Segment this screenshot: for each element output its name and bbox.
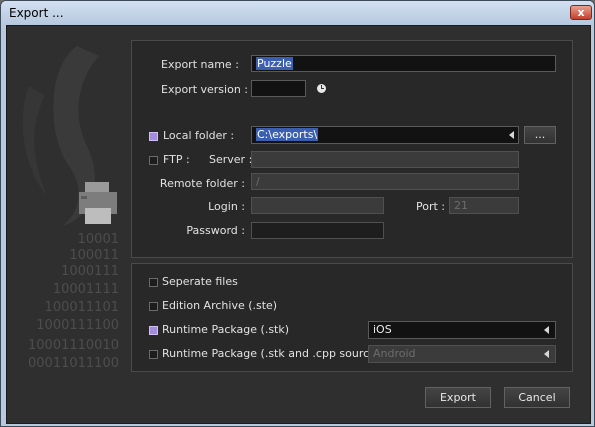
- export-version-label: Export version :: [161, 83, 248, 96]
- binary-line: 10001: [77, 232, 119, 247]
- export-name-value: Puzzle: [256, 57, 293, 70]
- port-input[interactable]: 21: [449, 197, 519, 214]
- dialog-body: 10001 100011 1000111 10001111 100011101 …: [6, 25, 591, 424]
- browse-button[interactable]: ...: [524, 126, 556, 144]
- decorative-artwork: 10001 100011 1000111 10001111 100011101 …: [7, 26, 137, 423]
- browse-button-label: ...: [534, 128, 546, 141]
- port-label: Port :: [416, 200, 446, 213]
- port-value: 21: [454, 199, 468, 212]
- export-name-input[interactable]: Puzzle: [251, 55, 556, 72]
- runtime-source-platform-select[interactable]: Android: [368, 345, 556, 363]
- export-dialog: Export ... x 10001 100011 1000111 100011…: [0, 0, 595, 427]
- binary-line: 100011101: [44, 300, 119, 315]
- local-folder-dropdown-arrow-icon[interactable]: [509, 131, 514, 139]
- runtime-source-platform-value: Android: [373, 347, 416, 360]
- server-input[interactable]: [251, 151, 519, 168]
- runtime-source-label: Runtime Package (.stk and .cpp source): [162, 347, 381, 360]
- local-folder-checkbox[interactable]: [149, 132, 158, 141]
- cancel-button-label: Cancel: [518, 391, 556, 404]
- runtime-platform-select[interactable]: iOS: [368, 321, 556, 339]
- remote-folder-input[interactable]: /: [251, 173, 519, 190]
- local-folder-value: C:\exports\: [256, 128, 319, 141]
- ftp-label: FTP :: [163, 153, 190, 166]
- binary-line: 1000111: [61, 264, 119, 279]
- runtime-package-label: Runtime Package (.stk): [162, 323, 290, 336]
- edition-archive-label: Edition Archive (.ste): [162, 299, 278, 312]
- close-button[interactable]: x: [570, 5, 592, 20]
- local-folder-input[interactable]: C:\exports\: [251, 126, 519, 144]
- export-button[interactable]: Export: [425, 387, 491, 408]
- cancel-button[interactable]: Cancel: [504, 387, 570, 408]
- export-name-label: Export name :: [161, 58, 239, 71]
- password-input[interactable]: [251, 222, 384, 239]
- runtime-source-platform-arrow-icon[interactable]: [544, 350, 549, 358]
- remote-folder-value: /: [256, 175, 260, 188]
- local-folder-label: Local folder :: [163, 129, 235, 142]
- server-label: Server :: [209, 153, 253, 166]
- runtime-platform-value: iOS: [373, 323, 392, 336]
- login-label: Login :: [208, 200, 245, 213]
- printer-icon: [79, 182, 117, 224]
- ftp-checkbox[interactable]: [149, 156, 158, 165]
- edition-archive-checkbox[interactable]: [149, 302, 158, 311]
- separate-files-label: Seperate files: [162, 275, 238, 288]
- title-bar[interactable]: Export ... x: [1, 1, 594, 25]
- password-label: Password :: [186, 224, 245, 237]
- binary-line: 00011011100: [28, 356, 119, 371]
- clock-icon[interactable]: [317, 84, 326, 93]
- separate-files-checkbox[interactable]: [149, 278, 158, 287]
- runtime-package-checkbox[interactable]: [149, 326, 158, 335]
- binary-line: 1000111100: [36, 318, 119, 333]
- window-title: Export ...: [9, 6, 64, 20]
- runtime-platform-arrow-icon[interactable]: [544, 326, 549, 334]
- close-icon: x: [577, 6, 585, 19]
- binary-line: 100011: [69, 248, 119, 263]
- export-button-label: Export: [439, 391, 476, 404]
- export-settings-panel: Export name : Puzzle Export version : Lo…: [131, 40, 573, 258]
- binary-line: 10001111: [52, 282, 119, 297]
- package-options-panel: Seperate files Edition Archive (.ste) Ru…: [131, 263, 573, 372]
- binary-line: 10001110010: [28, 338, 119, 353]
- login-input[interactable]: [251, 197, 384, 214]
- export-version-input[interactable]: [251, 80, 306, 97]
- runtime-source-checkbox[interactable]: [149, 350, 158, 359]
- remote-folder-label: Remote folder :: [159, 177, 245, 190]
